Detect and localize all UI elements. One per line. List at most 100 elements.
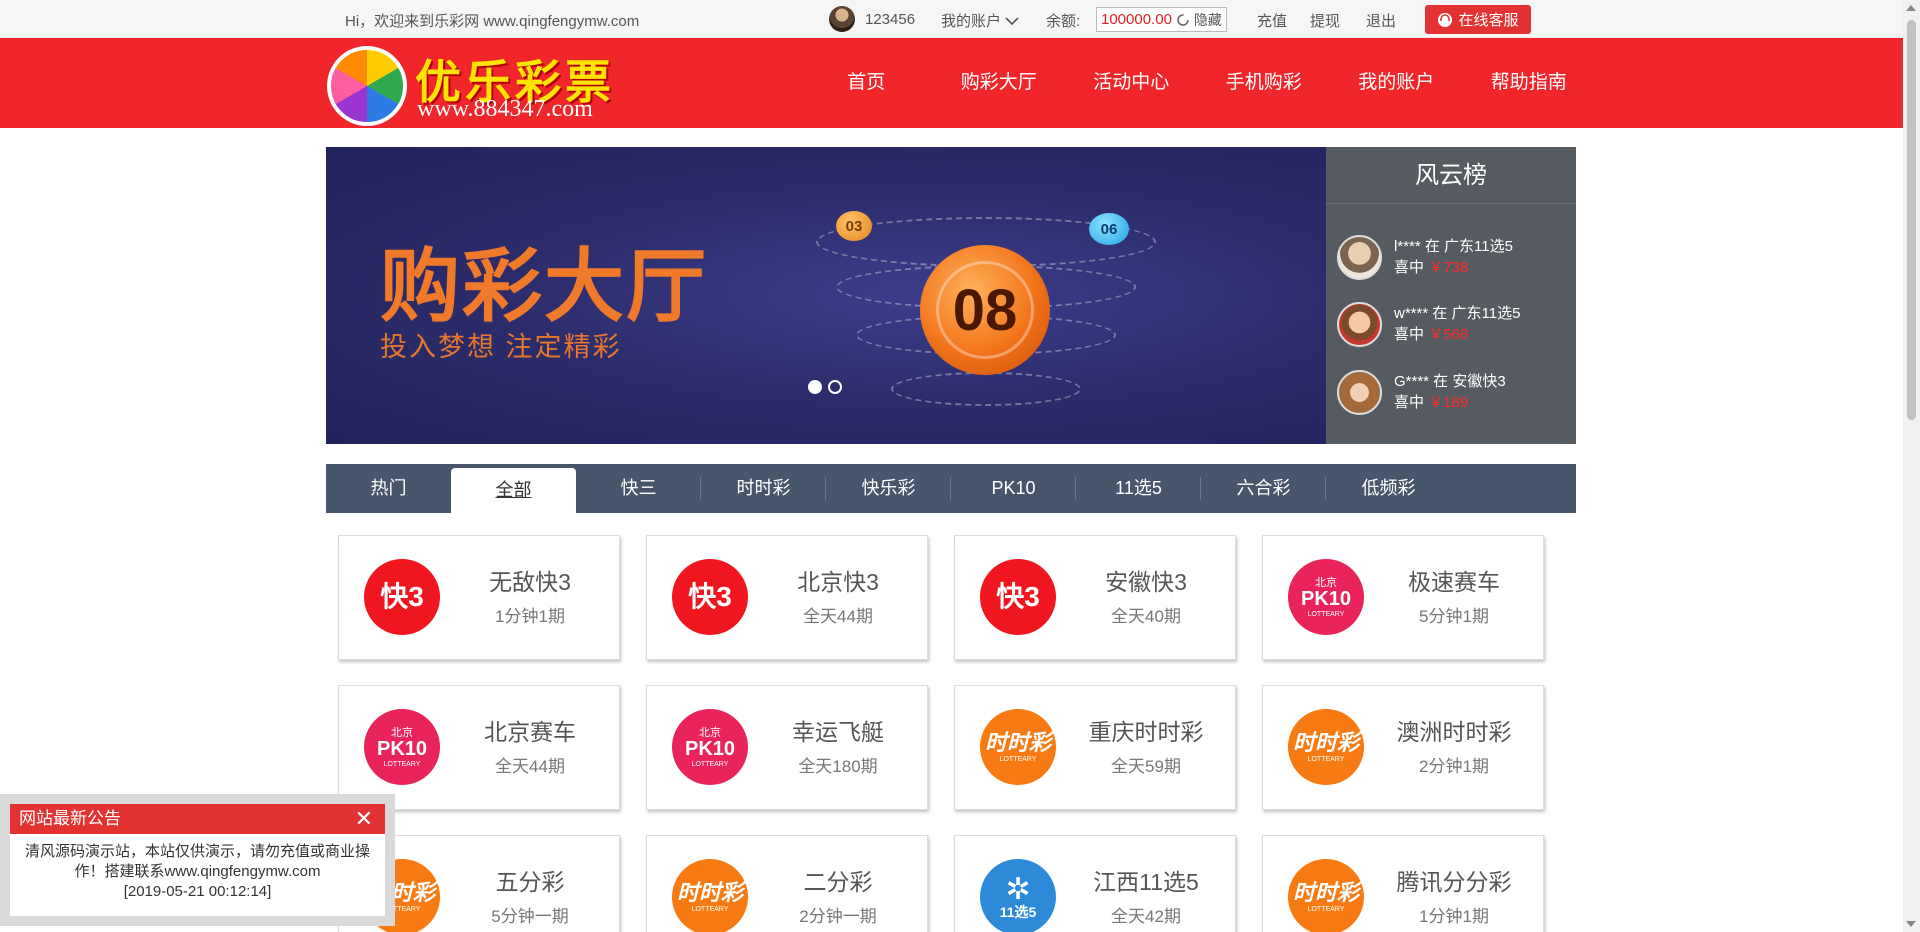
announcement-header: 网站最新公告 ✕ [10,804,385,834]
game-card[interactable]: 北京 PK10 LOTTEARY 幸运飞艇 全天180期 [646,685,928,810]
tab-11x5[interactable]: 11选5 [1076,464,1201,513]
tab-kuaile[interactable]: 快乐彩 [826,464,951,513]
game-frequency: 全天180期 [798,757,878,776]
logo-url: www.884347.com [417,96,593,122]
tab-hot[interactable]: 热门 [326,464,451,513]
game-frequency: 2分钟一期 [799,907,877,926]
carousel-dot[interactable] [808,380,822,394]
game-card[interactable]: 快3 北京快3 全天44期 [646,535,928,660]
ranking-amount: ￥189 [1428,394,1469,411]
game-card[interactable]: ✲ 11选5 江西11选5 全天42期 [954,835,1236,932]
11x5-icon-text: 11选5 [999,904,1037,920]
recharge-link[interactable]: 充值 [1257,10,1287,31]
ranking-item: l**** 在 广东11选5 喜中 ￥738 [1337,232,1513,282]
user-info[interactable]: 123456 [829,6,915,32]
nav-my-account[interactable]: 我的账户 [1330,38,1463,128]
header: 优乐彩票 www.884347.com 首页 购彩大厅 活动中心 手机购彩 我的… [0,38,1920,128]
nav-mobile[interactable]: 手机购彩 [1198,38,1331,128]
online-service-button[interactable]: 在线客服 [1425,5,1531,34]
game-name: 腾讯分分彩 [1396,869,1512,895]
game-card[interactable]: 北京 PK10 LOTTEARY 极速赛车 5分钟1期 [1262,535,1544,660]
tab-label: 低频彩 [1361,478,1416,498]
tab-all[interactable]: 全部 [451,468,576,513]
game-frequency: 全天59期 [1111,757,1181,776]
tab-label: 热门 [370,478,407,498]
pinwheel-glyph: ✲ [1005,873,1031,906]
announcement-text: 清风源码演示站，本站仅供演示，请勿充值或商业操作！搭建联系www.qingfen… [24,843,370,880]
game-name: 重庆时时彩 [1088,719,1204,745]
tab-low-freq[interactable]: 低频彩 [1326,464,1451,513]
scroll-up-arrow-icon[interactable] [1906,5,1916,11]
game-name: 江西11选5 [1093,869,1199,895]
ranking-item: w**** 在 广东11选5 喜中 ￥568 [1337,299,1520,349]
game-name: 澳洲时时彩 [1396,719,1512,745]
avatar [829,6,855,32]
game-frequency: 1分钟1期 [1419,907,1489,926]
avatar [1337,234,1382,280]
game-frequency: 全天40期 [1111,607,1181,626]
tab-label: 快乐彩 [861,478,916,498]
ssc-icon-bottom: LOTTEARY [1307,755,1345,763]
game-card[interactable]: 时时彩 LOTTEARY 澳洲时时彩 2分钟1期 [1262,685,1544,810]
game-frequency: 全天44期 [495,757,565,776]
pk10-icon-bottom: LOTTEARY [691,761,729,768]
refresh-icon[interactable] [1176,13,1190,27]
ranking-prefix: 喜中 [1394,326,1425,343]
announcement-time: [2019-05-21 00:12:14] [123,883,272,900]
game-card[interactable]: 快3 安徽快3 全天40期 [954,535,1236,660]
page-scrollbar[interactable] [1903,0,1920,932]
pk10-icon: 北京 PK10 LOTTEARY [1288,559,1364,635]
game-card[interactable]: 时时彩 LOTTEARY 二分彩 2分钟一期 [646,835,928,932]
game-frequency: 5分钟一期 [491,907,569,926]
k3-icon: 快3 [672,559,748,635]
nav-activity[interactable]: 活动中心 [1065,38,1198,128]
banner-carousel[interactable]: 购彩大厅 投入梦想 注定精彩 03 06 08 [326,147,1326,444]
nav-help[interactable]: 帮助指南 [1463,38,1596,128]
ssc-icon-text: 时时彩 [1292,729,1359,755]
orbit-ring [891,372,1081,406]
logo[interactable]: 优乐彩票 www.884347.com [327,44,647,126]
game-frequency: 1分钟1期 [495,607,565,626]
ssc-icon: 时时彩 LOTTEARY [1288,709,1364,785]
ranking-text: w**** 在 广东11选5 喜中 ￥568 [1394,303,1520,345]
game-name: 幸运飞艇 [792,719,884,745]
close-icon[interactable]: ✕ [355,804,373,834]
username: 123456 [865,10,916,28]
game-card[interactable]: 快3 无敌快3 1分钟1期 [338,535,620,660]
lottery-ball: 03 [836,211,872,241]
ranking-title: 风云榜 [1326,147,1576,204]
avatar [1337,301,1382,347]
tab-label: 全部 [495,480,532,500]
ssc-icon-bottom: LOTTEARY [999,755,1037,763]
tab-lhc[interactable]: 六合彩 [1201,464,1326,513]
game-name: 安徽快3 [1105,569,1187,595]
tab-label: 时时彩 [736,478,791,498]
game-card[interactable]: 时时彩 LOTTEARY 腾讯分分彩 1分钟1期 [1262,835,1544,932]
ranking-amount: ￥568 [1428,326,1469,343]
game-frequency: 全天42期 [1111,907,1181,926]
tab-ssc[interactable]: 时时彩 [701,464,826,513]
nav-lottery-hall[interactable]: 购彩大厅 [933,38,1066,128]
ranking-panel: 风云榜 l**** 在 广东11选5 喜中 ￥738 w**** 在 广东11选… [1326,147,1576,444]
scroll-down-arrow-icon[interactable] [1906,921,1916,927]
11x5-icon: ✲ 11选5 [980,859,1056,932]
account-menu[interactable]: 我的账户 [941,10,1019,31]
game-card[interactable]: 时时彩 LOTTEARY 重庆时时彩 全天59期 [954,685,1236,810]
ssc-icon-bottom: LOTTEARY [1307,905,1345,913]
game-name: 北京赛车 [484,719,576,745]
welcome-text: Hi，欢迎来到乐彩网 www.qingfengymw.com [345,13,640,30]
logout-link[interactable]: 退出 [1366,10,1396,31]
scroll-thumb[interactable] [1907,20,1916,420]
tab-k3[interactable]: 快三 [576,464,701,513]
withdraw-link[interactable]: 提现 [1310,10,1340,31]
top-bar: Hi，欢迎来到乐彩网 www.qingfengymw.com 123456 我的… [0,0,1920,38]
tab-pk10[interactable]: PK10 [951,464,1076,513]
carousel-dot[interactable] [828,380,842,394]
ranking-prefix: 喜中 [1394,259,1425,276]
game-card[interactable]: 北京 PK10 LOTTEARY 北京赛车 全天44期 [338,685,620,810]
tab-label: 快三 [620,478,657,498]
ssc-icon-text: 时时彩 [984,729,1051,755]
nav-home[interactable]: 首页 [800,38,933,128]
hide-balance-button[interactable]: 隐藏 [1194,10,1222,30]
account-label: 我的账户 [941,13,1002,30]
